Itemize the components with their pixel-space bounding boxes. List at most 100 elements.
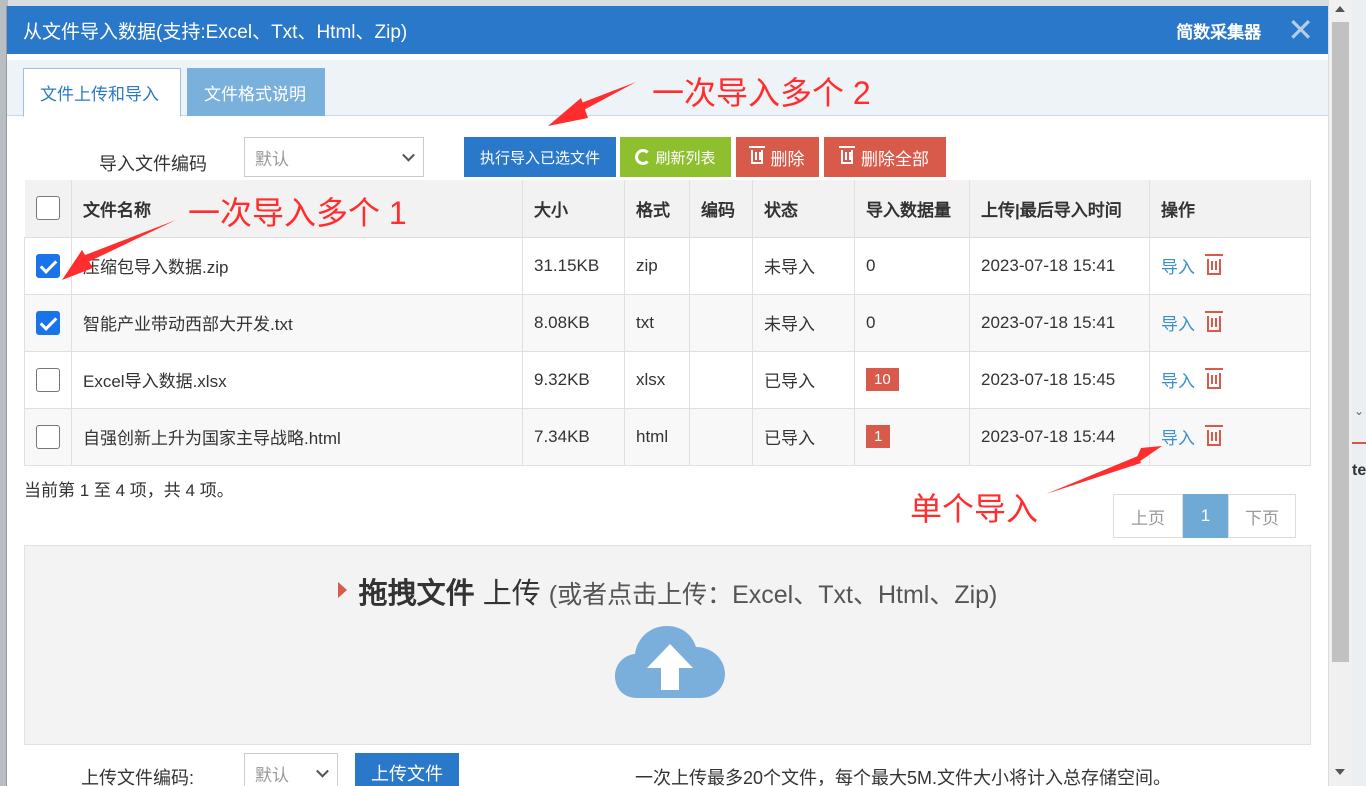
table-row: 自强创新上升为国家主导战略.html 7.34KB html 已导入 1 202… <box>24 407 1311 466</box>
caret-right-icon <box>337 582 347 598</box>
import-count-badge: 1 <box>866 425 891 448</box>
file-name: 压缩包导入数据.zip <box>71 236 523 295</box>
next-page-button[interactable]: 下页 <box>1228 494 1296 538</box>
row-import-link[interactable]: 导入 <box>1161 258 1195 277</box>
import-selected-button[interactable]: 执行导入已选文件 <box>464 137 616 177</box>
brand-name: 简数采集器 <box>1176 22 1262 42</box>
row-select-cell <box>24 350 72 409</box>
scrollbar-thumb[interactable] <box>1332 22 1349 662</box>
col-encoding: 编码 <box>689 180 753 238</box>
dropzone-strong: 拖拽文件 <box>358 578 475 610</box>
import-count: 0 <box>854 236 970 295</box>
file-encoding <box>689 236 753 295</box>
dropzone-hint: (或者点击上传：Excel、Txt、Html、Zip) <box>548 581 998 609</box>
import-dialog: 从文件导入数据(支持:Excel、Txt、Html、Zip) 简数采集器 ✕ 文… <box>6 6 1328 786</box>
delete-label: 删除 <box>770 149 805 169</box>
upload-dropzone[interactable]: 拖拽文件 上传 (或者点击上传：Excel、Txt、Html、Zip) <box>24 545 1311 745</box>
row-checkbox[interactable] <box>36 310 60 335</box>
row-checkbox[interactable] <box>36 367 60 392</box>
import-count-cell: 10 <box>854 350 970 409</box>
select-all-cell <box>24 180 72 238</box>
file-size: 9.32KB <box>522 350 625 409</box>
import-selected-label: 执行导入已选文件 <box>479 149 600 167</box>
dialog-title: 从文件导入数据(支持:Excel、Txt、Html、Zip) <box>23 21 408 43</box>
dialog-titlebar: 从文件导入数据(支持:Excel、Txt、Html、Zip) 简数采集器 ✕ <box>7 6 1328 54</box>
upload-note: 一次上传最多20个文件，每个最大5M.文件大小将计入总存储空间。 <box>635 768 1172 786</box>
import-count: 0 <box>854 293 970 352</box>
file-format: txt <box>624 293 690 352</box>
upload-file-button[interactable]: 上传文件 <box>355 753 459 786</box>
delete-button[interactable]: 删除 <box>736 137 819 177</box>
col-size: 大小 <box>522 180 625 238</box>
refresh-icon <box>635 149 652 165</box>
import-count-cell: 1 <box>854 407 970 466</box>
trash-icon[interactable] <box>1205 311 1223 332</box>
background-text: te <box>1352 462 1366 479</box>
row-select-cell <box>24 236 72 295</box>
file-size: 8.08KB <box>522 293 625 352</box>
file-status: 已导入 <box>752 407 855 466</box>
row-actions: 导入 <box>1149 236 1311 295</box>
delete-all-label: 删除全部 <box>861 149 929 169</box>
file-status: 未导入 <box>752 293 855 352</box>
refresh-list-label: 刷新列表 <box>655 149 716 167</box>
select-all-checkbox[interactable] <box>35 196 60 221</box>
dropzone-action: 上传 <box>482 578 541 610</box>
table-row: 智能产业带动西部大开发.txt 8.08KB txt 未导入 0 2023-07… <box>24 293 1311 352</box>
trash-icon[interactable] <box>1205 425 1223 446</box>
tab-upload-import[interactable]: 文件上传和导入 <box>23 68 181 117</box>
file-encoding <box>689 293 753 352</box>
row-checkbox[interactable] <box>36 253 60 278</box>
table-row: 压缩包导入数据.zip 31.15KB zip 未导入 0 2023-07-18… <box>24 236 1311 295</box>
file-time: 2023-07-18 15:41 <box>969 236 1150 295</box>
import-encoding-select[interactable]: 默认 <box>244 137 424 177</box>
row-import-link[interactable]: 导入 <box>1161 372 1195 391</box>
upload-file-label: 上传文件 <box>371 764 443 784</box>
file-format: xlsx <box>624 350 690 409</box>
scroll-down-icon[interactable] <box>1335 769 1345 775</box>
file-status: 已导入 <box>752 350 855 409</box>
col-import-count: 导入数据量 <box>854 180 970 238</box>
file-format: zip <box>624 236 690 295</box>
col-format: 格式 <box>624 180 690 238</box>
dropzone-text: 拖拽文件 上传 (或者点击上传：Excel、Txt、Html、Zip) <box>25 570 1310 612</box>
trash-icon <box>839 146 855 164</box>
file-name: Excel导入数据.xlsx <box>71 350 523 409</box>
row-select-cell <box>24 407 72 466</box>
row-actions: 导入 <box>1149 293 1311 352</box>
scroll-up-icon[interactable] <box>1335 6 1345 12</box>
row-import-link[interactable]: 导入 <box>1161 429 1195 448</box>
file-size: 31.15KB <box>522 236 625 295</box>
annotation-single: 单个导入 <box>910 491 1039 527</box>
annotation-multi-2: 一次导入多个 2 <box>652 75 871 111</box>
chevron-down-icon <box>316 764 329 778</box>
scrollbar[interactable] <box>1329 0 1352 786</box>
row-import-link[interactable]: 导入 <box>1161 315 1195 334</box>
row-actions: 导入 <box>1149 407 1311 466</box>
delete-all-button[interactable]: 删除全部 <box>824 137 946 177</box>
background-chevron-icon: ⌄ <box>1354 404 1365 418</box>
background-right-strip <box>1352 0 1366 786</box>
file-status: 未导入 <box>752 236 855 295</box>
annotation-multi-1: 一次导入多个 1 <box>188 195 407 231</box>
current-page-button[interactable]: 1 <box>1183 494 1228 538</box>
import-encoding-label: 导入文件编码 <box>99 154 207 174</box>
import-count-badge: 10 <box>866 368 899 391</box>
row-select-cell <box>24 293 72 352</box>
trash-icon[interactable] <box>1205 254 1223 275</box>
trash-icon <box>748 146 765 164</box>
row-checkbox[interactable] <box>36 424 60 449</box>
file-time: 2023-07-18 15:41 <box>969 293 1150 352</box>
refresh-list-button[interactable]: 刷新列表 <box>620 137 731 177</box>
file-format: html <box>624 407 690 466</box>
upload-encoding-select[interactable]: 默认 <box>244 753 338 786</box>
tab-format-help[interactable]: 文件格式说明 <box>187 68 325 116</box>
background-divider <box>1352 442 1366 444</box>
file-size: 7.34KB <box>522 407 625 466</box>
close-icon[interactable]: ✕ <box>1287 14 1314 46</box>
trash-icon[interactable] <box>1205 368 1223 389</box>
col-actions: 操作 <box>1149 180 1311 238</box>
table-row: Excel导入数据.xlsx 9.32KB xlsx 已导入 10 2023-0… <box>24 350 1311 409</box>
upload-encoding-label: 上传文件编码: <box>81 768 195 786</box>
prev-page-button[interactable]: 上页 <box>1113 494 1183 538</box>
